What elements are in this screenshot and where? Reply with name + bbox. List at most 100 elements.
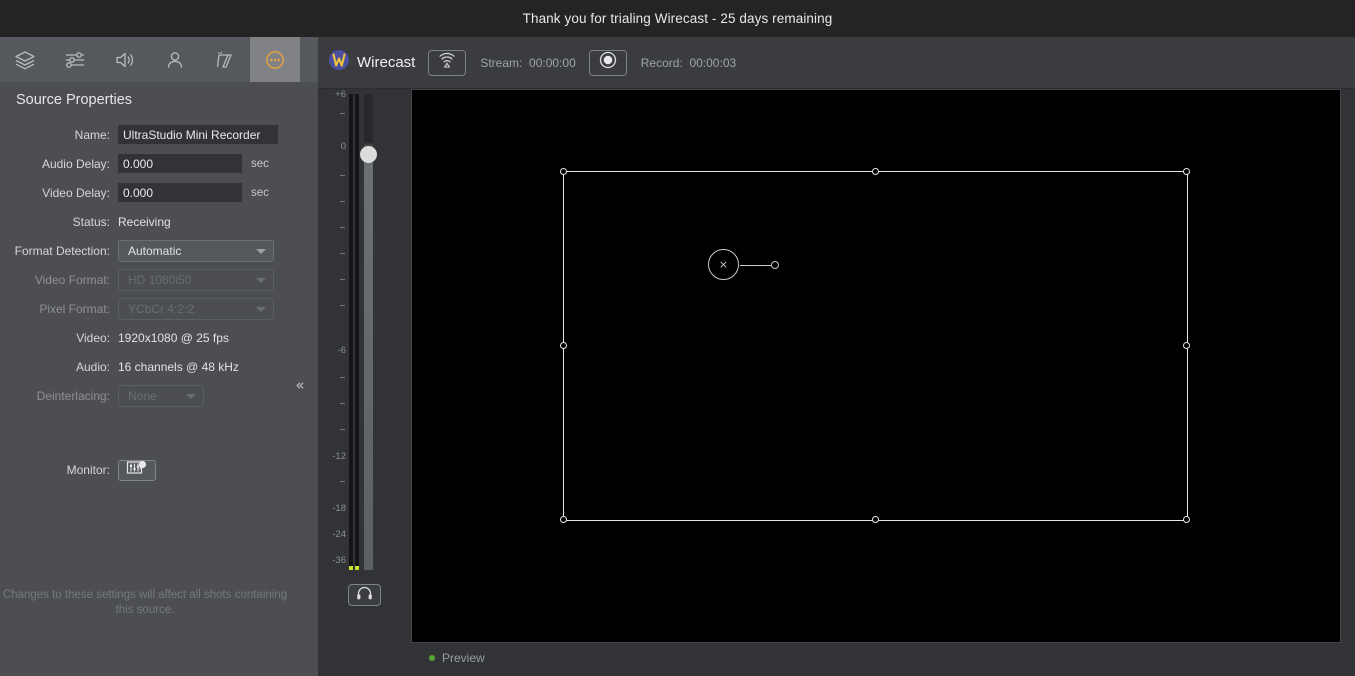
video-value: 1920x1080 @ 25 fps (118, 330, 229, 345)
preview-indicator: Preview (429, 651, 485, 665)
mixer-bubble-icon (126, 460, 148, 480)
meter-tick-mark (340, 377, 345, 378)
field-row-video-format: Video Format: HD 1080i50 (0, 265, 318, 294)
resize-handle-top-center[interactable] (871, 168, 879, 175)
video-delay-label: Video Delay: (42, 185, 110, 200)
meter-tick-label: +6 (335, 89, 346, 100)
resize-handle-bottom-left[interactable] (560, 516, 567, 523)
record-circle-icon (598, 50, 618, 75)
sliders-icon (63, 49, 87, 71)
video-format-value: HD 1080i50 (128, 272, 192, 287)
audio-delay-unit: sec (251, 157, 269, 170)
speaker-icon (113, 49, 137, 71)
name-label: Name: (74, 127, 110, 142)
field-row-video: Video: 1920x1080 @ 25 fps (0, 323, 318, 352)
preview-label: Preview (442, 651, 485, 665)
meter-tick-mark (340, 175, 345, 176)
video-label: Video: (76, 330, 110, 345)
meter-tick-mark (340, 481, 345, 482)
audio-level-fill (349, 566, 353, 570)
field-row-audio-delay: Audio Delay: sec (0, 149, 318, 178)
speaker-icon-button[interactable] (100, 37, 150, 82)
meter-tick-label: 0 (340, 141, 346, 152)
meter-tick-mark (340, 253, 345, 254)
collapse-panel-button[interactable]: « (295, 376, 304, 394)
record-status: Record: 00:00:03 (641, 56, 736, 70)
resize-handle-top-right[interactable] (1183, 168, 1190, 175)
stream-button[interactable] (428, 49, 467, 76)
name-input[interactable] (118, 125, 278, 144)
deinterlacing-select: None (118, 384, 204, 407)
main-area: Wirecast Stream: 00:00:00 Record: 00:00:… (318, 37, 1355, 676)
pixel-format-value: YCbCr 4:2:2 (128, 301, 195, 316)
rotation-connector (740, 265, 771, 266)
field-row-format-detection: Format Detection: Automatic (0, 236, 318, 265)
preview-canvas[interactable]: × (411, 89, 1341, 643)
audio-fader-knob[interactable] (360, 146, 377, 163)
audio-level-bar-right (355, 94, 359, 570)
deinterlacing-value: None (128, 388, 157, 403)
chevron-down-icon (186, 393, 196, 399)
settings-footnote: Changes to these settings will affect al… (2, 589, 288, 616)
audio-level-bars (348, 94, 360, 570)
broadcast-wifi-icon (437, 51, 457, 74)
audio-delay-input[interactable] (118, 154, 242, 173)
video-format-label: Video Format: (34, 272, 110, 287)
meter-tick-label: -6 (337, 345, 346, 356)
format-detection-label: Format Detection: (14, 243, 110, 258)
more-ellipsis-icon-button[interactable] (250, 37, 300, 82)
meter-tick-mark (340, 113, 345, 114)
stream-status: Stream: 00:00:00 (480, 56, 575, 70)
meter-tick-mark (340, 429, 345, 430)
audio-fader-track[interactable] (364, 94, 373, 570)
pixel-format-label: Pixel Format: (39, 301, 110, 316)
chevron-down-icon (256, 277, 266, 283)
audio-meter-scale: +6 0 -6 -12 -18 -24 -36 (318, 89, 348, 569)
layers-icon-button[interactable] (0, 37, 50, 82)
resize-handle-bottom-center[interactable] (871, 516, 879, 523)
chevron-down-icon (256, 248, 266, 254)
audio-delay-label: Audio Delay: (41, 156, 110, 171)
meter-tick-label: -18 (332, 503, 346, 514)
format-detection-select[interactable]: Automatic (118, 239, 274, 262)
monitor-label: Monitor: (66, 463, 110, 477)
meter-tick-mark (340, 305, 345, 306)
shot-icon-button[interactable] (200, 37, 250, 82)
trial-banner: Thank you for trialing Wirecast - 25 day… (0, 0, 1355, 37)
shot-icon (213, 49, 237, 71)
record-button[interactable] (588, 49, 627, 76)
stream-label: Stream: (480, 55, 523, 70)
headphones-button[interactable] (348, 584, 381, 606)
field-row-pixel-format: Pixel Format: YCbCr 4:2:2 (0, 294, 318, 323)
resize-handle-bottom-right[interactable] (1183, 516, 1190, 523)
resize-handle-top-left[interactable] (560, 168, 567, 175)
layers-icon (13, 49, 37, 71)
person-icon-button[interactable] (150, 37, 200, 82)
preview-content: × (412, 90, 1340, 642)
rotation-handle[interactable] (771, 261, 779, 269)
sliders-icon-button[interactable] (50, 37, 100, 82)
meter-tick-label: -24 (332, 529, 346, 540)
meter-tick-label: -12 (332, 451, 346, 462)
field-row-deinterlacing: Deinterlacing: None (0, 381, 318, 410)
app-toolbar: Wirecast Stream: 00:00:00 Record: 00:00:… (318, 37, 1355, 89)
deinterlacing-label: Deinterlacing: (36, 388, 110, 403)
resize-handle-middle-left[interactable] (560, 342, 567, 349)
source-properties-form: Name: Audio Delay: sec Video Delay: sec … (0, 120, 318, 485)
source-properties-panel: Source Properties Name: Audio Delay: sec… (0, 37, 318, 676)
field-row-audio: Audio: 16 channels @ 48 kHz (0, 352, 318, 381)
format-detection-value: Automatic (128, 243, 182, 258)
selection-rectangle[interactable] (560, 168, 1190, 523)
video-delay-unit: sec (251, 186, 269, 199)
audio-level-bar-left (349, 94, 353, 570)
status-value: Receiving (118, 214, 171, 229)
meter-tick-mark (340, 201, 345, 202)
panel-icon-bar (0, 37, 318, 82)
monitor-button[interactable] (118, 459, 156, 481)
wirecast-window: Thank you for trialing Wirecast - 25 day… (0, 0, 1355, 676)
center-anchor-handle[interactable]: × (708, 249, 739, 280)
status-label: Status: (72, 214, 110, 229)
audio-label: Audio: (75, 359, 110, 374)
resize-handle-middle-right[interactable] (1183, 342, 1190, 349)
video-delay-input[interactable] (118, 183, 242, 202)
